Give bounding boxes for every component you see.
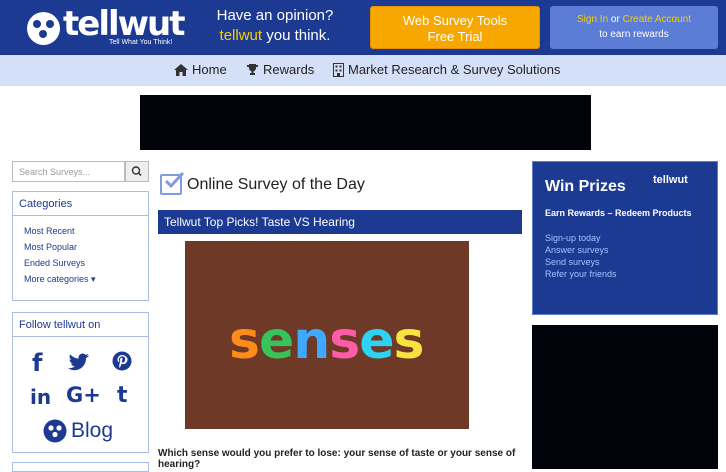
nav-market-research[interactable]: Market Research & Survey Solutions xyxy=(333,62,560,77)
nav-home-label: Home xyxy=(192,62,227,77)
trophy-icon xyxy=(246,64,259,75)
ad-brand: tellwut xyxy=(653,174,688,186)
nav-rewards[interactable]: Rewards xyxy=(246,62,314,77)
building-icon xyxy=(333,62,344,77)
ad-step: Refer your friends xyxy=(545,269,617,279)
category-most-popular[interactable]: Most Popular xyxy=(24,242,148,252)
search-input[interactable]: Search Surveys... xyxy=(12,161,125,182)
blog-label: Blog xyxy=(71,419,114,442)
blog-link[interactable]: Blog xyxy=(43,419,113,443)
pinterest-icon[interactable] xyxy=(112,351,132,371)
search-icon xyxy=(131,166,142,177)
facebook-icon[interactable]: f xyxy=(32,349,42,377)
main-nav: Home Rewards Market Research & Survey So… xyxy=(0,55,726,86)
trial-line2: Free Trial xyxy=(427,29,483,44)
top-header: tellwut Tell What You Think! Have an opi… xyxy=(0,0,726,55)
opinion-suffix: you think. xyxy=(266,27,331,44)
opinion-slogan: Have an opinion? tellwut you think. xyxy=(210,6,340,46)
nav-home[interactable]: Home xyxy=(174,62,227,77)
twitter-icon[interactable] xyxy=(68,353,90,371)
category-most-recent[interactable]: Most Recent xyxy=(24,226,148,236)
ad-step: Sign-up today xyxy=(545,233,601,243)
blog-people-icon xyxy=(43,419,67,443)
ad-title: Win Prizes xyxy=(545,178,626,195)
survey-question: Which sense would you prefer to lose: yo… xyxy=(158,448,516,470)
logo-tagline: Tell What You Think! xyxy=(109,39,173,46)
tellwut-logo[interactable]: tellwut Tell What You Think! xyxy=(27,4,185,48)
nav-market-label: Market Research & Survey Solutions xyxy=(348,62,561,77)
top-ad-banner[interactable] xyxy=(140,95,591,150)
earn-rewards-text: to earn rewards xyxy=(599,29,669,40)
sign-in-link[interactable]: Sign In xyxy=(577,14,608,25)
section-title-text: Online Survey of the Day xyxy=(187,175,365,193)
create-account-link[interactable]: Create Account xyxy=(623,14,691,25)
categories-list: Most Recent Most Popular Ended Surveys M… xyxy=(13,216,148,285)
home-icon xyxy=(174,63,188,76)
checkbox-icon xyxy=(160,172,185,195)
survey-image[interactable]: senses xyxy=(185,241,469,429)
ad-subtitle: Earn Rewards – Redeem Products xyxy=(545,208,692,218)
category-more[interactable]: More categories ▾ xyxy=(24,274,148,285)
follow-heading: Follow tellwut on xyxy=(13,313,148,337)
google-plus-icon[interactable]: G+ xyxy=(66,383,101,407)
trial-line1: Web Survey Tools xyxy=(402,13,508,28)
bottom-panel xyxy=(12,462,149,472)
side-ad-banner[interactable] xyxy=(532,325,718,469)
follow-panel: Follow tellwut on f in G+ t Blog xyxy=(12,312,149,453)
category-ended-surveys[interactable]: Ended Surveys xyxy=(24,258,148,268)
logo-people-icon xyxy=(27,12,60,45)
nav-rewards-label: Rewards xyxy=(263,62,315,77)
categories-heading: Categories xyxy=(13,192,148,216)
logo-text: tellwut xyxy=(63,4,185,44)
win-prizes-ad[interactable]: Win Prizes tellwut Earn Rewards – Redeem… xyxy=(532,161,718,315)
ad-step: Send surveys xyxy=(545,257,600,267)
section-title: Online Survey of the Day xyxy=(160,172,365,195)
tumblr-icon[interactable]: t xyxy=(117,383,128,408)
survey-title-bar[interactable]: Tellwut Top Picks! Taste VS Hearing xyxy=(158,210,522,234)
or-text: or xyxy=(610,14,620,25)
web-survey-tools-trial-button[interactable]: Web Survey Tools Free Trial xyxy=(370,6,540,49)
senses-image-word: senses xyxy=(229,311,424,371)
ad-step: Answer surveys xyxy=(545,245,609,255)
opinion-brand: tellwut xyxy=(219,27,263,44)
opinion-line1: Have an opinion? xyxy=(216,7,334,24)
linkedin-icon[interactable]: in xyxy=(30,385,51,409)
search-button[interactable] xyxy=(125,161,149,182)
signin-create-account-box: Sign In or Create Account to earn reward… xyxy=(550,6,718,49)
ad-steps: Sign-up today Answer surveys Send survey… xyxy=(545,232,617,280)
categories-panel: Categories Most Recent Most Popular Ende… xyxy=(12,191,149,301)
